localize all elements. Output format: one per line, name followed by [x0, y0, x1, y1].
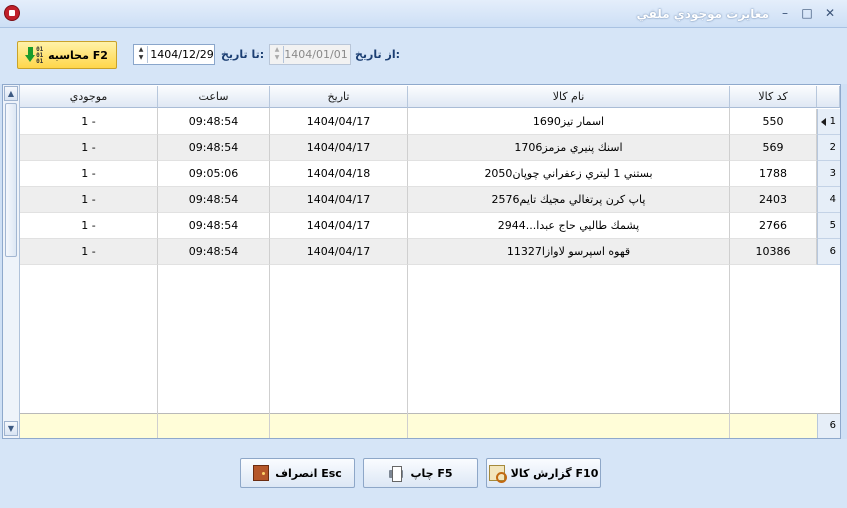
report-search-icon — [488, 465, 507, 483]
to-date-spinner[interactable]: ▲ ▼ — [135, 46, 148, 63]
calculate-button-label: محاسبه F2 — [48, 48, 108, 62]
cell-product-code[interactable]: 1788 — [730, 161, 817, 187]
cell-product-name[interactable]: اسنك پنيري مزمز1706 — [408, 135, 730, 161]
cell-time[interactable]: 09:48:54 — [158, 109, 270, 135]
filter-toolbar: 01 01 01 محاسبه F2 ▲ ▼ 1404/12/29 تا تار… — [0, 28, 847, 84]
column-divider — [407, 413, 408, 438]
row-number[interactable]: 3 — [817, 161, 840, 187]
exit-door-icon — [253, 465, 270, 481]
to-date-input[interactable]: ▲ ▼ 1404/12/29 — [133, 44, 215, 65]
scroll-up-icon[interactable]: ▲ — [4, 86, 18, 101]
cell-date[interactable]: 1404/04/17 — [270, 109, 408, 135]
column-divider — [269, 413, 270, 438]
title-bar: مغايرت موجودي ملفي – □ ✕ — [0, 0, 847, 28]
window-title: مغايرت موجودي ملفي — [636, 7, 769, 21]
cell-stock[interactable]: 1 - — [20, 213, 158, 239]
summary-footer-row — [20, 413, 840, 438]
row-number[interactable]: 5 — [817, 213, 840, 239]
cell-product-name[interactable]: اسمار تيز1690 — [408, 109, 730, 135]
cell-product-code[interactable]: 10386 — [730, 239, 817, 265]
inventory-grid[interactable]: ▲ ▼ موجودي ساعت تاريخ نام كالا كد كالا 1… — [2, 84, 841, 439]
cell-stock[interactable]: 1 - — [20, 135, 158, 161]
scroll-thumb[interactable] — [5, 103, 17, 257]
cell-product-name[interactable]: پاپ كرن پرتغالي مجيك تايم2576 — [408, 187, 730, 213]
cell-product-code[interactable]: 2403 — [730, 187, 817, 213]
cell-stock[interactable]: 1 - — [20, 161, 158, 187]
column-header-product-code[interactable]: كد كالا — [730, 86, 817, 108]
column-header-row-number — [817, 86, 840, 108]
print-button-label: چاپ F5 — [410, 466, 453, 480]
cell-date[interactable]: 1404/04/18 — [270, 161, 408, 187]
cell-product-name[interactable]: بستني 1 ليتري زعفراني چوپان2050 — [408, 161, 730, 187]
row-number-label: 4 — [829, 194, 836, 205]
row-number-label: 2 — [829, 142, 836, 153]
cell-product-code[interactable]: 569 — [730, 135, 817, 161]
row-number[interactable]: 2 — [817, 135, 840, 161]
row-number-label: 3 — [829, 168, 836, 179]
row-number[interactable]: 4 — [817, 187, 840, 213]
minimize-button[interactable]: – — [776, 4, 794, 22]
cell-product-name[interactable]: پشمك طاليي حاج عبدا...2944 — [408, 213, 730, 239]
scroll-down-icon[interactable]: ▼ — [4, 421, 18, 436]
column-header-time[interactable]: ساعت — [158, 86, 270, 108]
to-date-value: 1404/12/29 — [150, 48, 214, 61]
column-header-product-name[interactable]: نام كالا — [408, 86, 730, 108]
to-date-label: تا تاريخ: — [221, 48, 265, 61]
cell-date[interactable]: 1404/04/17 — [270, 135, 408, 161]
cell-time[interactable]: 09:48:54 — [158, 213, 270, 239]
action-bar: انصراف Esc چاپ F5 گزارش كالا F10 — [0, 439, 847, 508]
column-header-date[interactable]: تاريخ — [270, 86, 408, 108]
vertical-scrollbar[interactable]: ▲ ▼ — [3, 85, 20, 438]
download-arrow-icon: 01 01 01 — [25, 46, 44, 65]
column-divider — [729, 413, 730, 438]
product-report-button[interactable]: گزارش كالا F10 — [486, 458, 601, 488]
printer-icon — [388, 465, 404, 482]
close-button[interactable]: ✕ — [821, 4, 839, 22]
cell-stock[interactable]: 1 - — [20, 239, 158, 265]
cell-time[interactable]: 09:48:54 — [158, 239, 270, 265]
cancel-button-label: انصراف Esc — [275, 466, 342, 480]
row-number-label: 5 — [829, 220, 836, 231]
row-number[interactable]: 1 — [817, 109, 840, 135]
row-number-label: 1 — [829, 116, 836, 127]
cell-date[interactable]: 1404/04/17 — [270, 213, 408, 239]
from-date-input[interactable]: ▲ ▼ 1404/01/01 — [269, 44, 351, 65]
current-row-pointer-icon — [821, 118, 826, 126]
from-date-spinner[interactable]: ▲ ▼ — [271, 46, 284, 63]
cell-date[interactable]: 1404/04/17 — [270, 187, 408, 213]
cell-product-code[interactable]: 2766 — [730, 213, 817, 239]
from-date-value: 1404/01/01 — [284, 48, 348, 61]
print-button[interactable]: چاپ F5 — [363, 458, 478, 488]
cell-time[interactable]: 09:48:54 — [158, 187, 270, 213]
row-number-label: 6 — [829, 246, 836, 257]
column-header-stock[interactable]: موجودي — [20, 86, 158, 108]
footer-row-count: 6 — [817, 413, 840, 438]
calculate-button[interactable]: 01 01 01 محاسبه F2 — [17, 41, 117, 69]
row-number[interactable]: 6 — [817, 239, 840, 265]
cell-stock[interactable]: 1 - — [20, 187, 158, 213]
cell-date[interactable]: 1404/04/17 — [270, 239, 408, 265]
cancel-button[interactable]: انصراف Esc — [240, 458, 355, 488]
from-date-label: از تاريخ: — [355, 48, 400, 61]
column-divider — [157, 413, 158, 438]
product-report-button-label: گزارش كالا F10 — [510, 466, 599, 480]
app-logo-icon — [4, 5, 20, 21]
cell-time[interactable]: 09:05:06 — [158, 161, 270, 187]
cell-time[interactable]: 09:48:54 — [158, 135, 270, 161]
cell-product-code[interactable]: 550 — [730, 109, 817, 135]
cell-product-name[interactable]: قهوه اسپرسو لاوازا11327 — [408, 239, 730, 265]
maximize-button[interactable]: □ — [798, 4, 816, 22]
cell-stock[interactable]: 1 - — [20, 109, 158, 135]
